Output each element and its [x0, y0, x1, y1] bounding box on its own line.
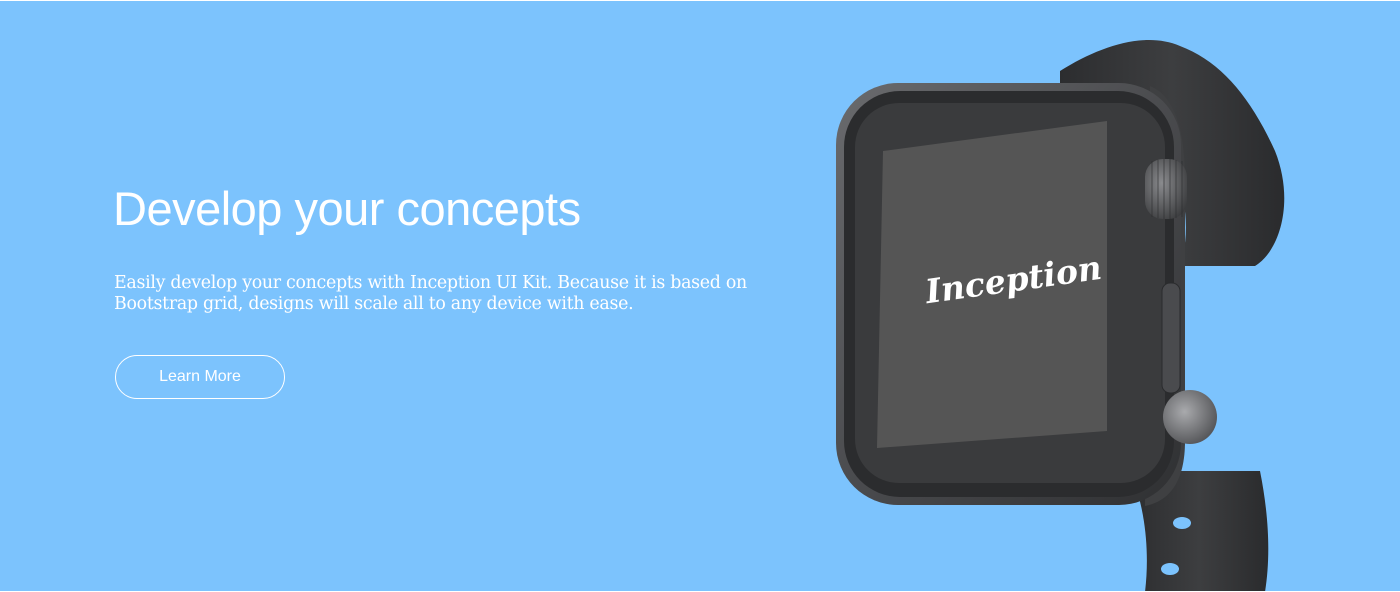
band-release-button: [1163, 390, 1217, 444]
hero-title: Develop your concepts: [113, 182, 581, 235]
digital-crown: [1145, 159, 1187, 219]
hero-description: Easily develop your concepts with Incept…: [114, 273, 747, 314]
smartwatch-image: [836, 40, 1285, 591]
hero-section: Develop your concepts Easily develop you…: [0, 1, 1400, 591]
side-button: [1161, 282, 1181, 394]
learn-more-button[interactable]: Learn More: [115, 355, 285, 399]
